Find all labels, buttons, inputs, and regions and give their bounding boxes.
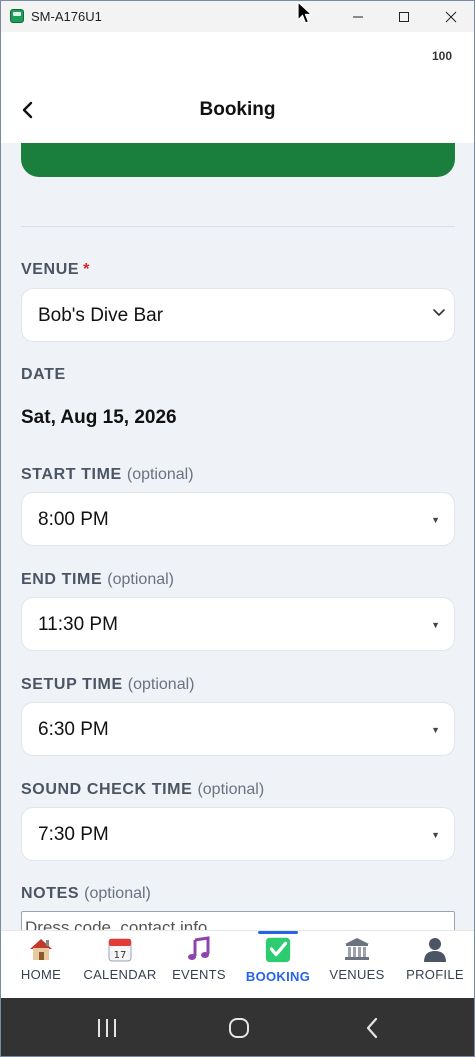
end-time-label: END TIME (optional) xyxy=(21,571,174,588)
end-time-select[interactable]: 11:30 PM ▼ xyxy=(21,597,455,651)
tab-calendar[interactable]: 17 CALENDAR xyxy=(81,931,159,999)
maximize-button[interactable] xyxy=(387,5,421,29)
start-time-select[interactable]: 8:00 PM ▼ xyxy=(21,492,455,546)
tab-profile-label: PROFILE xyxy=(406,967,464,982)
system-back-icon[interactable] xyxy=(361,1016,385,1040)
close-icon xyxy=(445,11,457,23)
bottom-tab-bar: HOME 17 CALENDAR EVENTS BOOKING VENUES P… xyxy=(1,930,474,998)
venue-select[interactable]: Bob's Dive Bar xyxy=(21,288,455,342)
page-title: Booking xyxy=(199,99,276,120)
tab-profile[interactable]: PROFILE xyxy=(401,931,469,999)
tab-calendar-label: CALENDAR xyxy=(83,967,157,982)
sound-check-time-value: 7:30 PM xyxy=(38,824,109,845)
tab-booking-label: BOOKING xyxy=(245,969,311,984)
page-header: Booking xyxy=(1,77,474,143)
tab-home-label: HOME xyxy=(20,967,62,982)
battery-level: 100 xyxy=(431,49,452,63)
required-mark: * xyxy=(83,261,90,278)
notes-textarea[interactable]: Dress code, contact info... xyxy=(21,911,455,930)
system-navigation-bar xyxy=(1,998,474,1056)
venue-label: VENUE * xyxy=(21,261,90,278)
profile-silhouette-icon xyxy=(421,935,449,963)
tab-events[interactable]: EVENTS xyxy=(167,931,231,999)
tab-venues[interactable]: VENUES xyxy=(325,931,389,999)
close-button[interactable] xyxy=(434,5,468,29)
minimize-button[interactable] xyxy=(341,5,375,29)
notes-label: NOTES (optional) xyxy=(21,885,151,902)
date-label: DATE xyxy=(21,366,66,383)
sound-check-time-label: SOUND CHECK TIME (optional) xyxy=(21,781,265,798)
setup-time-select[interactable]: 6:30 PM ▼ xyxy=(21,702,455,756)
chevron-down-icon xyxy=(433,309,445,316)
notes-placeholder: Dress code, contact info... xyxy=(25,918,222,930)
venue-value: Bob's Dive Bar xyxy=(38,305,164,326)
svg-text:17: 17 xyxy=(114,950,127,961)
venue-building-icon xyxy=(343,935,371,963)
date-value[interactable]: Sat, Aug 15, 2026 xyxy=(21,407,177,429)
setup-time-value: 6:30 PM xyxy=(38,719,109,740)
window-title: SM-A176U1 xyxy=(31,9,102,24)
tab-venues-label: VENUES xyxy=(329,967,385,982)
start-time-label: START TIME (optional) xyxy=(21,466,194,483)
home-icon xyxy=(27,935,55,963)
tab-home[interactable]: HOME xyxy=(13,931,69,999)
app-icon xyxy=(10,9,24,23)
primary-action-button[interactable] xyxy=(21,143,455,177)
home-circle-icon[interactable] xyxy=(227,1016,251,1040)
status-bar: 100 xyxy=(1,32,474,77)
tab-booking[interactable]: BOOKING xyxy=(243,931,313,999)
music-note-icon xyxy=(185,935,213,963)
start-time-value: 8:00 PM xyxy=(38,509,109,530)
dropdown-caret-icon: ▼ xyxy=(431,515,440,525)
maximize-icon xyxy=(399,12,409,22)
dropdown-caret-icon: ▼ xyxy=(431,830,440,840)
recent-apps-icon[interactable] xyxy=(95,1016,119,1040)
sound-check-time-select[interactable]: 7:30 PM ▼ xyxy=(21,807,455,861)
dropdown-caret-icon: ▼ xyxy=(431,725,440,735)
primary-action-button-obscured xyxy=(141,143,341,165)
setup-time-label: SETUP TIME (optional) xyxy=(21,676,195,693)
divider xyxy=(21,226,455,227)
end-time-value: 11:30 PM xyxy=(38,614,118,635)
booking-form[interactable]: VENUE * Bob's Dive Bar DATE Sat, Aug 15, … xyxy=(1,143,474,930)
app-window: SM-A176U1 100 Booking VENUE * Bob's Dive… xyxy=(0,0,475,1057)
minimize-icon xyxy=(353,16,363,18)
mouse-cursor-icon xyxy=(297,1,314,24)
window-title-bar: SM-A176U1 xyxy=(1,1,474,32)
tab-events-label: EVENTS xyxy=(172,967,226,982)
calendar-icon: 17 xyxy=(106,935,134,963)
check-box-icon xyxy=(264,935,292,963)
dropdown-caret-icon: ▼ xyxy=(431,620,440,630)
